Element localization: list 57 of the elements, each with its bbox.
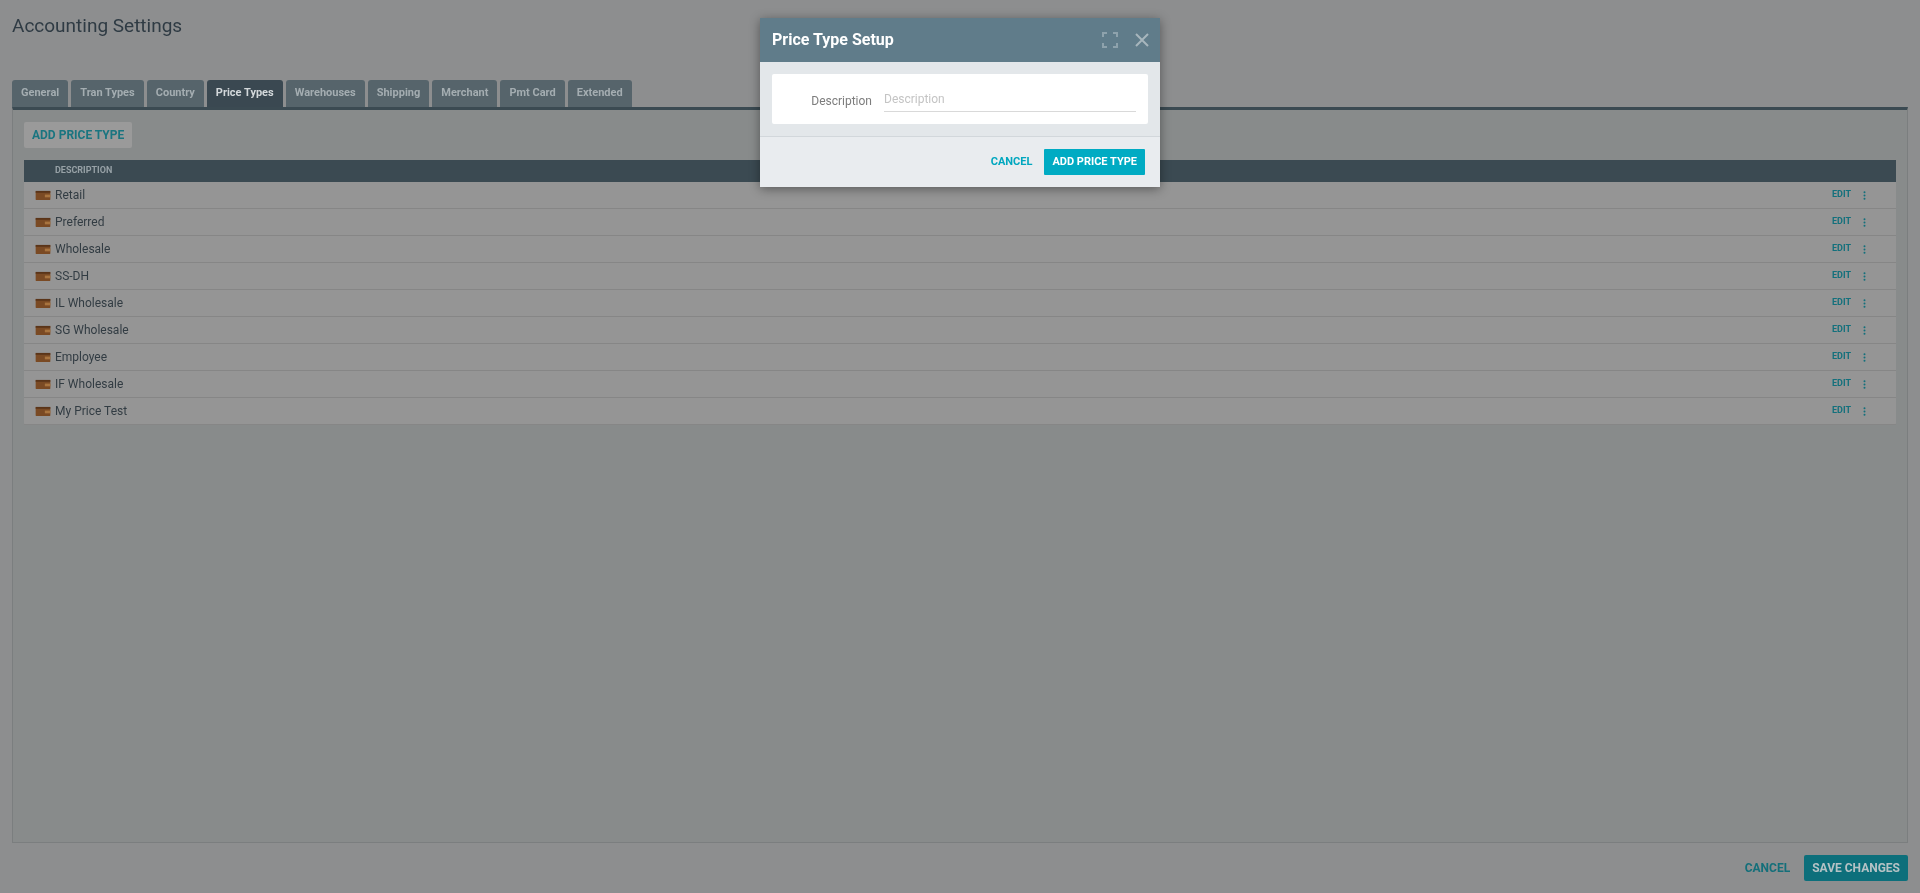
more-icon[interactable] — [1863, 352, 1866, 362]
column-header: DESCRIPTION — [55, 164, 113, 178]
wallet-icon — [35, 243, 51, 255]
more-icon[interactable] — [1863, 271, 1866, 281]
table-cell-text: Wholesale — [55, 241, 112, 258]
field-label: Description — [772, 74, 884, 124]
table-cell-text: SG Wholesale — [55, 322, 130, 339]
edit-link[interactable]: EDIT — [1832, 404, 1851, 418]
wallet-icon — [35, 216, 51, 228]
wallet-icon — [35, 270, 51, 282]
wallet-icon — [35, 324, 51, 336]
edit-link[interactable]: EDIT — [1832, 242, 1851, 256]
wallet-icon — [35, 297, 51, 309]
tab[interactable]: Country — [146, 80, 204, 107]
wallet-icon — [35, 351, 51, 363]
table-cell-text: Retail — [55, 187, 87, 204]
edit-link[interactable]: EDIT — [1832, 296, 1851, 310]
edit-link[interactable]: EDIT — [1832, 323, 1851, 337]
more-icon[interactable] — [1863, 379, 1866, 389]
tab[interactable]: Warehouses — [285, 80, 365, 107]
add-price-type-button[interactable]: ADD PRICE TYPE — [1044, 149, 1145, 175]
table-cell-text: Employee — [55, 349, 109, 366]
table-cell-text: My Price Test — [55, 403, 129, 420]
cancel-button[interactable]: CANCEL — [988, 149, 1035, 175]
wallet-icon — [35, 405, 51, 417]
description-input[interactable]: Description — [884, 74, 1148, 124]
more-icon[interactable] — [1863, 190, 1866, 200]
tab[interactable]: Tran Types — [71, 80, 144, 107]
table-cell-text: Preferred — [55, 214, 106, 231]
save-changes-button[interactable]: SAVE CHANGES — [1804, 855, 1908, 881]
tab[interactable]: Extended — [567, 80, 632, 107]
more-icon[interactable] — [1863, 325, 1866, 335]
edit-link[interactable]: EDIT — [1832, 269, 1851, 283]
edit-link[interactable]: EDIT — [1832, 350, 1851, 364]
more-icon[interactable] — [1863, 244, 1866, 254]
edit-link[interactable]: EDIT — [1832, 377, 1851, 391]
dialog-title: Price Type Setup — [772, 29, 895, 51]
maximize-icon[interactable] — [1102, 32, 1118, 48]
edit-link[interactable]: EDIT — [1832, 188, 1851, 202]
tab[interactable]: Price Types — [206, 80, 283, 107]
wallet-icon — [35, 378, 51, 390]
more-icon[interactable] — [1863, 298, 1866, 308]
cancel-button[interactable]: CANCEL — [1740, 855, 1795, 881]
wallet-icon — [35, 189, 51, 201]
tab[interactable]: General — [12, 80, 69, 107]
more-icon[interactable] — [1863, 217, 1866, 227]
close-icon[interactable] — [1134, 32, 1150, 48]
more-icon[interactable] — [1863, 406, 1866, 416]
table-cell-text: SS-DH — [55, 268, 90, 285]
tab[interactable]: Merchant — [432, 80, 498, 107]
tab[interactable]: Pmt Card — [500, 80, 565, 107]
table-cell-text: IF Wholesale — [55, 376, 125, 393]
tab[interactable]: Shipping — [367, 80, 430, 107]
table-cell-text: IL Wholesale — [55, 295, 125, 312]
edit-link[interactable]: EDIT — [1832, 215, 1851, 229]
add-price-type-button[interactable]: ADD PRICE TYPE — [24, 122, 133, 148]
page-title: Accounting Settings — [12, 13, 183, 39]
